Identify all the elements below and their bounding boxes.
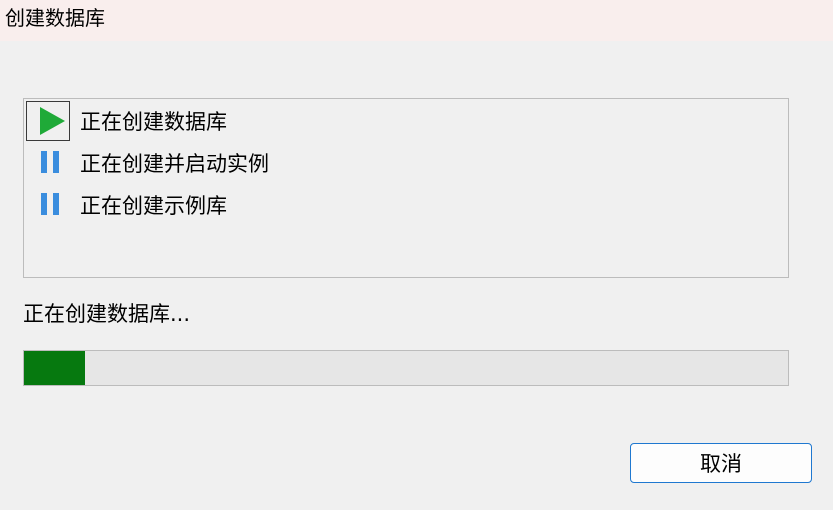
create-database-dialog: 创建数据库 正在创建数据库 正在创建并启动实例 正在创建示例库 正在创建数据库.… <box>0 0 833 515</box>
status-message: 正在创建数据库... <box>23 302 191 326</box>
steps-list: 正在创建数据库 正在创建并启动实例 正在创建示例库 <box>23 98 789 278</box>
pause-icon <box>26 185 70 225</box>
title-bar: 创建数据库 <box>0 0 833 41</box>
cancel-button[interactable]: 取消 <box>630 443 812 483</box>
progress-bar <box>23 350 789 386</box>
step-label: 正在创建数据库 <box>80 110 227 134</box>
play-icon <box>26 101 70 141</box>
step-item-create-sample-db: 正在创建示例库 <box>24 185 524 225</box>
step-item-start-instance: 正在创建并启动实例 <box>24 143 524 183</box>
progress-bar-fill <box>24 351 86 385</box>
dialog-title: 创建数据库 <box>5 6 105 30</box>
step-label: 正在创建示例库 <box>80 194 227 218</box>
pause-icon <box>26 143 70 183</box>
window-bottom-edge <box>0 510 833 515</box>
step-item-create-database: 正在创建数据库 <box>24 101 524 141</box>
step-label: 正在创建并启动实例 <box>80 152 269 176</box>
